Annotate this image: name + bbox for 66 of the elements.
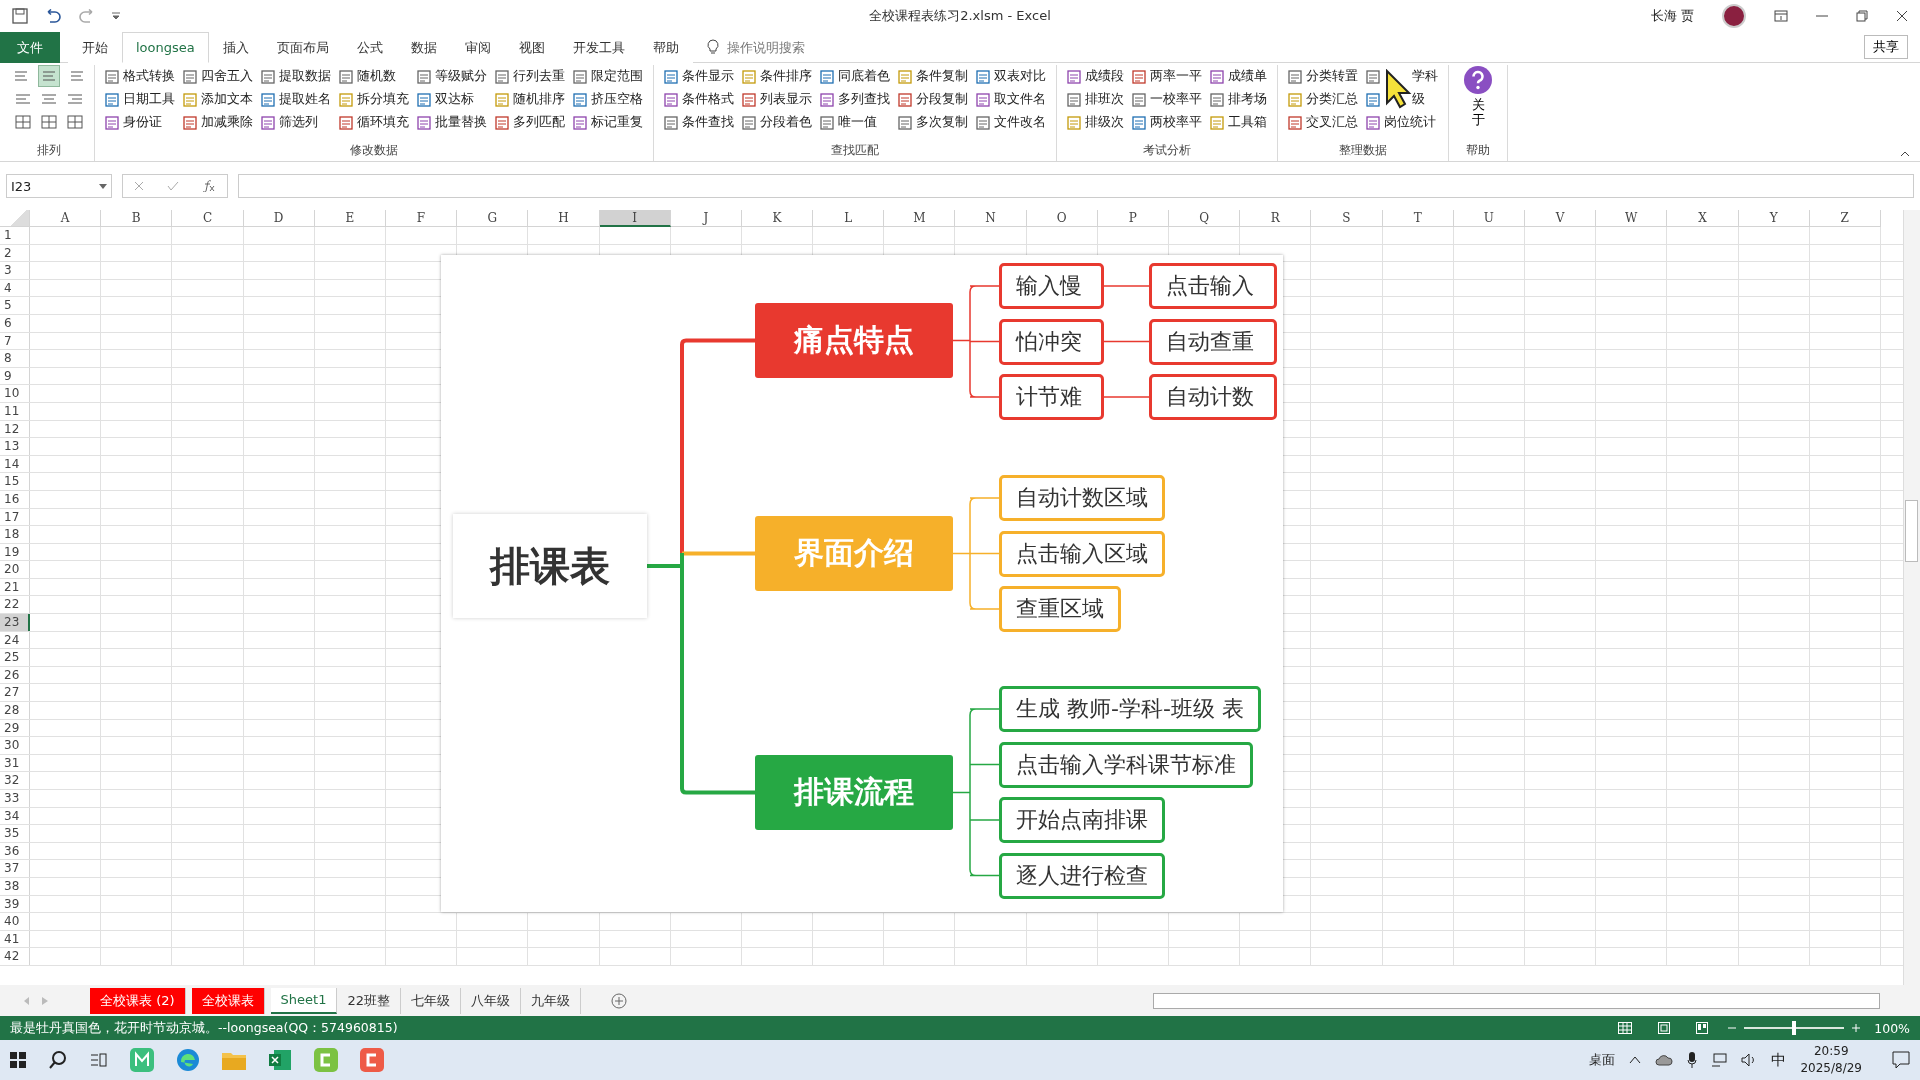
column-header[interactable]: L xyxy=(813,210,885,227)
leaf-node: 计节难 xyxy=(999,374,1104,420)
column-header[interactable]: X xyxy=(1667,210,1739,227)
column-header[interactable]: W xyxy=(1596,210,1668,227)
leaf-node: 自动计数 xyxy=(1149,374,1277,420)
leaf-node: 生成 教师-学科-班级 表 xyxy=(999,686,1261,732)
desktop-label[interactable]: 桌面 xyxy=(1589,1051,1616,1069)
column-header[interactable]: S xyxy=(1311,210,1383,227)
status-message: 最是牡丹真国色，花开时节动京城。--loongsea(QQ：574960815) xyxy=(10,1019,399,1037)
column-header[interactable]: R xyxy=(1240,210,1312,227)
column-header[interactable]: Q xyxy=(1169,210,1241,227)
group-title: 帮助 xyxy=(1465,142,1491,159)
clock-time: 20:59 xyxy=(1813,1043,1849,1060)
branch-node: 痛点特点 xyxy=(755,303,953,378)
leaf-node: 查重区域 xyxy=(999,586,1121,632)
column-header[interactable]: P xyxy=(1097,210,1169,227)
group-title: 排列 xyxy=(36,142,62,159)
group-title: 修改数据 xyxy=(349,142,399,159)
group-title: 整理数据 xyxy=(1338,142,1388,159)
column-header[interactable]: H xyxy=(528,210,600,227)
column-header[interactable]: E xyxy=(314,210,386,227)
leaf-node: 输入慢 xyxy=(999,263,1104,309)
window-title: 全校课程表练习2.xlsm - Excel xyxy=(868,7,1052,25)
leaf-node: 怕冲突 xyxy=(999,318,1104,365)
branch-node: 排课流程 xyxy=(755,755,953,830)
sheet-tab[interactable]: Sheet1 xyxy=(270,987,338,1014)
zoom-level[interactable]: 100% xyxy=(1874,1020,1910,1036)
leaf-node: 逐人进行检查 xyxy=(999,852,1165,899)
sheet-tab[interactable]: 全校课表 (2) xyxy=(90,987,186,1014)
name-box[interactable]: I23 xyxy=(6,174,112,198)
column-header[interactable]: T xyxy=(1382,210,1454,227)
column-header[interactable]: C xyxy=(172,210,244,227)
share-button[interactable]: 共享 xyxy=(1864,35,1908,59)
column-header[interactable]: N xyxy=(955,210,1027,227)
column-header[interactable]: D xyxy=(243,210,315,227)
column-header[interactable]: I xyxy=(599,210,671,227)
column-header[interactable]: V xyxy=(1524,210,1597,227)
branch-node: 界面介绍 xyxy=(755,516,953,591)
leaf-node: 点击输入区域 xyxy=(999,530,1165,577)
leaf-node: 点击输入学科课节标准 xyxy=(999,741,1253,788)
row-header[interactable]: 23 xyxy=(0,614,30,631)
sheet-tab[interactable]: 全校课表 xyxy=(191,987,265,1014)
column-header[interactable]: Y xyxy=(1738,210,1810,227)
user-name: 长海 贾 xyxy=(1650,7,1694,25)
leaf-node: 自动查重 xyxy=(1149,318,1277,365)
ribbon-tab[interactable]: loongsea xyxy=(122,32,209,63)
cell-reference: I23 xyxy=(11,178,32,194)
file-tab[interactable]: 文件 xyxy=(0,32,60,63)
leaf-node: 自动计数区域 xyxy=(999,475,1165,521)
column-header[interactable]: K xyxy=(741,210,814,227)
column-header[interactable]: M xyxy=(884,210,956,227)
column-header[interactable]: J xyxy=(670,210,742,227)
column-header[interactable]: O xyxy=(1026,210,1098,227)
column-header[interactable]: B xyxy=(101,210,173,227)
column-header[interactable]: U xyxy=(1453,210,1525,227)
column-header[interactable]: A xyxy=(30,210,102,227)
group-title: 考试分析 xyxy=(1142,142,1192,159)
input-method[interactable]: 中 xyxy=(1771,1050,1787,1070)
column-header[interactable]: G xyxy=(457,210,529,227)
column-header[interactable]: F xyxy=(385,210,458,227)
clock-date: 2025/8/29 xyxy=(1800,1060,1862,1077)
column-header[interactable]: Z xyxy=(1809,210,1881,227)
root-node: 排课表 xyxy=(453,514,647,618)
leaf-node: 点击输入 xyxy=(1149,263,1277,309)
leaf-node: 开始点南排课 xyxy=(999,797,1165,843)
group-title: 查找匹配 xyxy=(830,142,880,159)
